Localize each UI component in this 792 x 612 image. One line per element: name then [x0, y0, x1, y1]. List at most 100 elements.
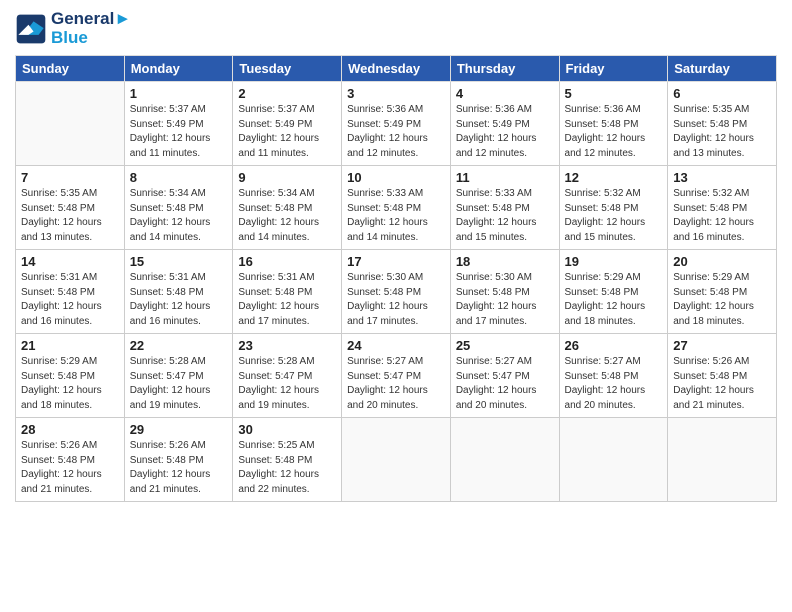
day-info: Sunrise: 5:36 AM Sunset: 5:49 PM Dayligh… — [456, 103, 554, 161]
day-number: 29 — [130, 422, 228, 437]
calendar-cell: 19Sunrise: 5:29 AM Sunset: 5:48 PM Dayli… — [559, 250, 668, 334]
day-info: Sunrise: 5:30 AM Sunset: 5:48 PM Dayligh… — [456, 271, 554, 329]
calendar-cell: 7 Sunrise: 5:35 AM Sunset: 5:48 PM Daylig… — [16, 166, 125, 250]
calendar-cell: 5Sunrise: 5:36 AM Sunset: 5:48 PM Daylig… — [559, 82, 668, 166]
logo: General► Blue — [15, 10, 131, 47]
calendar-cell: 18 Sunrise: 5:30 AM Sunset: 5:48 PM Dayli… — [450, 250, 559, 334]
weekday-header: Saturday — [668, 56, 777, 82]
day-number: 24 — [347, 338, 445, 353]
calendar-cell — [16, 82, 125, 166]
calendar-cell: 20 Sunrise: 5:29 AM Sunset: 5:48 PM Dayli… — [668, 250, 777, 334]
day-info: Sunrise: 5:35 AM Sunset: 5:48 PM Dayligh… — [673, 103, 771, 161]
calendar-header-row: SundayMondayTuesdayWednesdayThursdayFrid… — [16, 56, 777, 82]
calendar-cell: 11 Sunrise: 5:33 AM Sunset: 5:48 PM Dayli… — [450, 166, 559, 250]
calendar-week-row: 28 Sunrise: 5:26 AM Sunset: 5:48 PM Dayli… — [16, 418, 777, 502]
calendar-cell — [450, 418, 559, 502]
weekday-header: Tuesday — [233, 56, 342, 82]
day-number: 11 — [456, 170, 554, 185]
day-info: Sunrise: 5:25 AM Sunset: 5:48 PM Dayligh… — [238, 439, 336, 497]
day-number: 1 — [130, 86, 228, 101]
day-number: 13 — [673, 170, 771, 185]
day-info: Sunrise: 5:34 AM Sunset: 5:48 PM Dayligh… — [130, 187, 228, 245]
day-number: 17 — [347, 254, 445, 269]
calendar-cell: 27 Sunrise: 5:26 AM Sunset: 5:48 PM Dayli… — [668, 334, 777, 418]
day-number: 8 — [130, 170, 228, 185]
calendar-cell: 30 Sunrise: 5:25 AM Sunset: 5:48 PM Dayli… — [233, 418, 342, 502]
day-number: 10 — [347, 170, 445, 185]
day-info: Sunrise: 5:28 AM Sunset: 5:47 PM Dayligh… — [130, 355, 228, 413]
day-info: Sunrise: 5:26 AM Sunset: 5:48 PM Dayligh… — [673, 355, 771, 413]
calendar-cell: 17 Sunrise: 5:30 AM Sunset: 5:48 PM Dayli… — [342, 250, 451, 334]
calendar-cell — [559, 418, 668, 502]
day-info: Sunrise: 5:29 AM Sunset: 5:48 PM Dayligh… — [565, 271, 663, 329]
day-number: 9 — [238, 170, 336, 185]
calendar-cell: 6Sunrise: 5:35 AM Sunset: 5:48 PM Daylig… — [668, 82, 777, 166]
header: General► Blue — [15, 10, 777, 47]
day-info: Sunrise: 5:27 AM Sunset: 5:47 PM Dayligh… — [347, 355, 445, 413]
day-number: 20 — [673, 254, 771, 269]
day-info: Sunrise: 5:37 AM Sunset: 5:49 PM Dayligh… — [130, 103, 228, 161]
day-number: 27 — [673, 338, 771, 353]
day-number: 14 — [21, 254, 119, 269]
logo-text: General► Blue — [51, 10, 131, 47]
day-number: 22 — [130, 338, 228, 353]
calendar-week-row: 21Sunrise: 5:29 AM Sunset: 5:48 PM Dayli… — [16, 334, 777, 418]
page: General► Blue SundayMondayTuesdayWednesd… — [0, 0, 792, 612]
day-info: Sunrise: 5:29 AM Sunset: 5:48 PM Dayligh… — [673, 271, 771, 329]
day-info: Sunrise: 5:30 AM Sunset: 5:48 PM Dayligh… — [347, 271, 445, 329]
calendar-cell: 1 Sunrise: 5:37 AM Sunset: 5:49 PM Daylig… — [124, 82, 233, 166]
calendar-cell: 2 Sunrise: 5:37 AM Sunset: 5:49 PM Daylig… — [233, 82, 342, 166]
day-info: Sunrise: 5:35 AM Sunset: 5:48 PM Dayligh… — [21, 187, 119, 245]
calendar-cell: 25 Sunrise: 5:27 AM Sunset: 5:47 PM Dayli… — [450, 334, 559, 418]
calendar-cell — [668, 418, 777, 502]
calendar-cell: 28 Sunrise: 5:26 AM Sunset: 5:48 PM Dayli… — [16, 418, 125, 502]
day-number: 3 — [347, 86, 445, 101]
day-number: 26 — [565, 338, 663, 353]
calendar-cell — [342, 418, 451, 502]
day-info: Sunrise: 5:32 AM Sunset: 5:48 PM Dayligh… — [565, 187, 663, 245]
day-info: Sunrise: 5:27 AM Sunset: 5:47 PM Dayligh… — [456, 355, 554, 413]
day-number: 4 — [456, 86, 554, 101]
day-info: Sunrise: 5:28 AM Sunset: 5:47 PM Dayligh… — [238, 355, 336, 413]
calendar-cell: 10 Sunrise: 5:33 AM Sunset: 5:48 PM Dayli… — [342, 166, 451, 250]
calendar-cell: 21Sunrise: 5:29 AM Sunset: 5:48 PM Dayli… — [16, 334, 125, 418]
day-info: Sunrise: 5:36 AM Sunset: 5:48 PM Dayligh… — [565, 103, 663, 161]
day-number: 7 — [21, 170, 119, 185]
day-number: 18 — [456, 254, 554, 269]
day-info: Sunrise: 5:36 AM Sunset: 5:49 PM Dayligh… — [347, 103, 445, 161]
calendar-cell: 13Sunrise: 5:32 AM Sunset: 5:48 PM Dayli… — [668, 166, 777, 250]
day-info: Sunrise: 5:33 AM Sunset: 5:48 PM Dayligh… — [347, 187, 445, 245]
calendar-week-row: 1 Sunrise: 5:37 AM Sunset: 5:49 PM Daylig… — [16, 82, 777, 166]
calendar-cell: 3 Sunrise: 5:36 AM Sunset: 5:49 PM Daylig… — [342, 82, 451, 166]
calendar-cell: 8 Sunrise: 5:34 AM Sunset: 5:48 PM Daylig… — [124, 166, 233, 250]
calendar-cell: 12Sunrise: 5:32 AM Sunset: 5:48 PM Dayli… — [559, 166, 668, 250]
weekday-header: Monday — [124, 56, 233, 82]
logo-icon — [15, 13, 47, 45]
day-info: Sunrise: 5:34 AM Sunset: 5:48 PM Dayligh… — [238, 187, 336, 245]
day-number: 23 — [238, 338, 336, 353]
day-number: 30 — [238, 422, 336, 437]
day-info: Sunrise: 5:37 AM Sunset: 5:49 PM Dayligh… — [238, 103, 336, 161]
weekday-header: Sunday — [16, 56, 125, 82]
day-info: Sunrise: 5:29 AM Sunset: 5:48 PM Dayligh… — [21, 355, 119, 413]
weekday-header: Thursday — [450, 56, 559, 82]
day-number: 25 — [456, 338, 554, 353]
weekday-header: Friday — [559, 56, 668, 82]
day-info: Sunrise: 5:27 AM Sunset: 5:48 PM Dayligh… — [565, 355, 663, 413]
day-number: 2 — [238, 86, 336, 101]
calendar: SundayMondayTuesdayWednesdayThursdayFrid… — [15, 55, 777, 502]
calendar-cell: 22 Sunrise: 5:28 AM Sunset: 5:47 PM Dayli… — [124, 334, 233, 418]
day-info: Sunrise: 5:33 AM Sunset: 5:48 PM Dayligh… — [456, 187, 554, 245]
day-info: Sunrise: 5:26 AM Sunset: 5:48 PM Dayligh… — [21, 439, 119, 497]
calendar-cell: 24 Sunrise: 5:27 AM Sunset: 5:47 PM Dayli… — [342, 334, 451, 418]
day-info: Sunrise: 5:31 AM Sunset: 5:48 PM Dayligh… — [21, 271, 119, 329]
weekday-header: Wednesday — [342, 56, 451, 82]
calendar-cell: 29Sunrise: 5:26 AM Sunset: 5:48 PM Dayli… — [124, 418, 233, 502]
calendar-cell: 9 Sunrise: 5:34 AM Sunset: 5:48 PM Daylig… — [233, 166, 342, 250]
calendar-cell: 23 Sunrise: 5:28 AM Sunset: 5:47 PM Dayli… — [233, 334, 342, 418]
calendar-cell: 16Sunrise: 5:31 AM Sunset: 5:48 PM Dayli… — [233, 250, 342, 334]
calendar-cell: 14 Sunrise: 5:31 AM Sunset: 5:48 PM Dayli… — [16, 250, 125, 334]
calendar-week-row: 7 Sunrise: 5:35 AM Sunset: 5:48 PM Daylig… — [16, 166, 777, 250]
calendar-cell: 4 Sunrise: 5:36 AM Sunset: 5:49 PM Daylig… — [450, 82, 559, 166]
day-number: 28 — [21, 422, 119, 437]
